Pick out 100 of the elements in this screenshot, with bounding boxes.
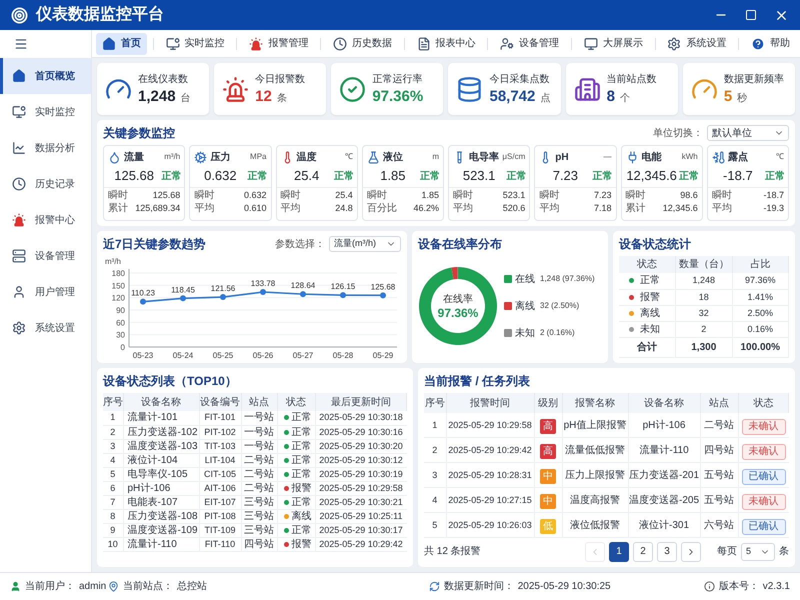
table-cell: PIT-102 (199, 425, 241, 439)
table-cell: 四号站 (241, 537, 277, 551)
table-cell: pH值上限报警 (562, 413, 628, 438)
axis-label: 05-29 (372, 351, 394, 360)
table-cell: 32 (676, 305, 732, 321)
status-text: 未知 (640, 322, 660, 336)
stat-label: 当前站点数 (606, 72, 657, 86)
status-tag: 未确认 (742, 444, 786, 460)
unit-select[interactable]: 默认单位 (707, 125, 789, 141)
panel-title: 设备在线率分布 (418, 236, 502, 253)
sidebar-item[interactable]: 实时监控 (0, 94, 91, 130)
reading-label: 瞬时 (712, 188, 732, 203)
per-page-unit: 条 (779, 545, 789, 559)
param-value: 25.4 (292, 167, 320, 186)
nav-tab[interactable]: 大屏展示 (578, 32, 649, 54)
plug-icon (626, 150, 638, 164)
param-unit: μS/cm (502, 151, 526, 163)
table-cell: 5 (103, 467, 123, 481)
param-status: 正常 (420, 170, 440, 184)
reading-label: 平均 (539, 202, 560, 216)
status-text: 正常 (292, 524, 312, 536)
table-cell: 2 (103, 425, 123, 439)
sidebar-item[interactable]: 数据分析 (0, 130, 91, 166)
table-cell: 8 (103, 509, 123, 523)
nav-tab[interactable]: 设备管理 (494, 32, 566, 54)
table-cell: 3 (424, 462, 446, 488)
param-name: pH (555, 150, 569, 164)
table-cell: EIT-107 (199, 495, 241, 509)
status-label: 当前用户： (25, 580, 75, 594)
nav-tab[interactable]: 帮助 (745, 32, 796, 54)
stat-value: 12 (255, 86, 272, 106)
sidebar-item[interactable]: 报警中心 (0, 202, 91, 238)
table-cell: FIT-101 (199, 411, 241, 425)
total-count: 共 12 条报警 (424, 544, 481, 559)
table-cell: 6 (103, 481, 123, 495)
reading-label: 瞬时 (539, 188, 560, 203)
stat-label: 数据更新频率 (724, 72, 784, 86)
axis-label: 05-26 (252, 351, 274, 360)
nav-tab[interactable]: 实时监控 (160, 32, 231, 54)
axis-label: 120 (112, 294, 125, 303)
menu-button[interactable] (14, 37, 28, 51)
legend-label: 未知 (515, 326, 536, 340)
axis-label: 0 (120, 343, 125, 352)
page-button[interactable]: 2 (633, 542, 653, 562)
stat-label: 今日报警数 (255, 72, 306, 86)
table-cell: 2025-05-29 10:30:19 (315, 467, 406, 481)
nav-tab[interactable]: 系统设置 (661, 32, 732, 54)
reading-value: -18.7 (763, 188, 784, 202)
nav-tab[interactable]: 报表中心 (410, 32, 482, 54)
reading-value: 0.632 (244, 188, 266, 202)
thermometer-snowflake-icon (712, 150, 725, 164)
status-text: 正常 (292, 411, 312, 424)
reading-label: 瞬时 (280, 188, 300, 203)
table-cell: 流量计-110 (123, 537, 199, 551)
column-header: 站点 (241, 393, 277, 411)
page-button[interactable]: 3 (657, 542, 677, 562)
sidebar-item[interactable]: 历史记录 (0, 166, 91, 202)
reading-label: 平均 (280, 202, 300, 216)
table-cell: AIT-106 (199, 481, 241, 495)
panel-title: 设备状态统计 (619, 236, 691, 253)
nav-tab[interactable]: 历史数据 (326, 32, 398, 54)
param-select[interactable]: 流量(m³/h) (329, 236, 401, 252)
nav-tab[interactable]: 首页 (96, 32, 147, 54)
data-label: 118.45 (171, 285, 195, 294)
param-unit: ℃ (776, 151, 784, 163)
table-cell: 液位计-104 (123, 453, 199, 467)
status-tag: 未确认 (742, 494, 786, 510)
user-icon (12, 285, 26, 299)
table-cell: 3 (103, 439, 123, 453)
status-text: 正常 (292, 454, 312, 466)
page-size-select[interactable]: 5 (741, 542, 775, 560)
sidebar-item[interactable]: 设备管理 (0, 238, 91, 274)
reading-value: 7.23 (594, 188, 612, 202)
sidebar-item[interactable]: 系统设置 (0, 310, 91, 346)
nav-tab[interactable]: 报警管理 (243, 32, 314, 54)
table-cell: 液位低报警 (562, 512, 628, 538)
table-cell: 二号站 (700, 413, 738, 438)
table-cell: 2025-05-29 10:27:15 (446, 488, 534, 512)
building-icon (574, 76, 601, 102)
table-cell: TIT-103 (199, 439, 241, 453)
axis-title: m³/h (105, 257, 121, 266)
data-label: 128.64 (290, 281, 316, 290)
param-value: -18.7 (722, 167, 754, 186)
table-cell: 4 (103, 453, 123, 467)
info-icon (704, 581, 715, 592)
table-cell: 9 (103, 523, 123, 537)
param-name: 电导率 (469, 150, 499, 164)
status-label: 当前站点： (123, 580, 173, 594)
sidebar-item[interactable]: 用户管理 (0, 274, 91, 310)
table-cell: 2 (676, 321, 732, 337)
level-badge: 高 (540, 444, 556, 459)
sidebar-item[interactable]: 首页概览 (0, 58, 91, 94)
clock-icon (12, 177, 26, 191)
page-button[interactable]: 1 (609, 542, 629, 562)
table-cell: 五号站 (700, 488, 738, 512)
param-unit: — (604, 151, 612, 163)
axis-label: 05-28 (332, 351, 354, 360)
table-cell: 7 (103, 495, 123, 509)
param-value: 125.68 (113, 167, 155, 186)
data-point (140, 298, 146, 305)
